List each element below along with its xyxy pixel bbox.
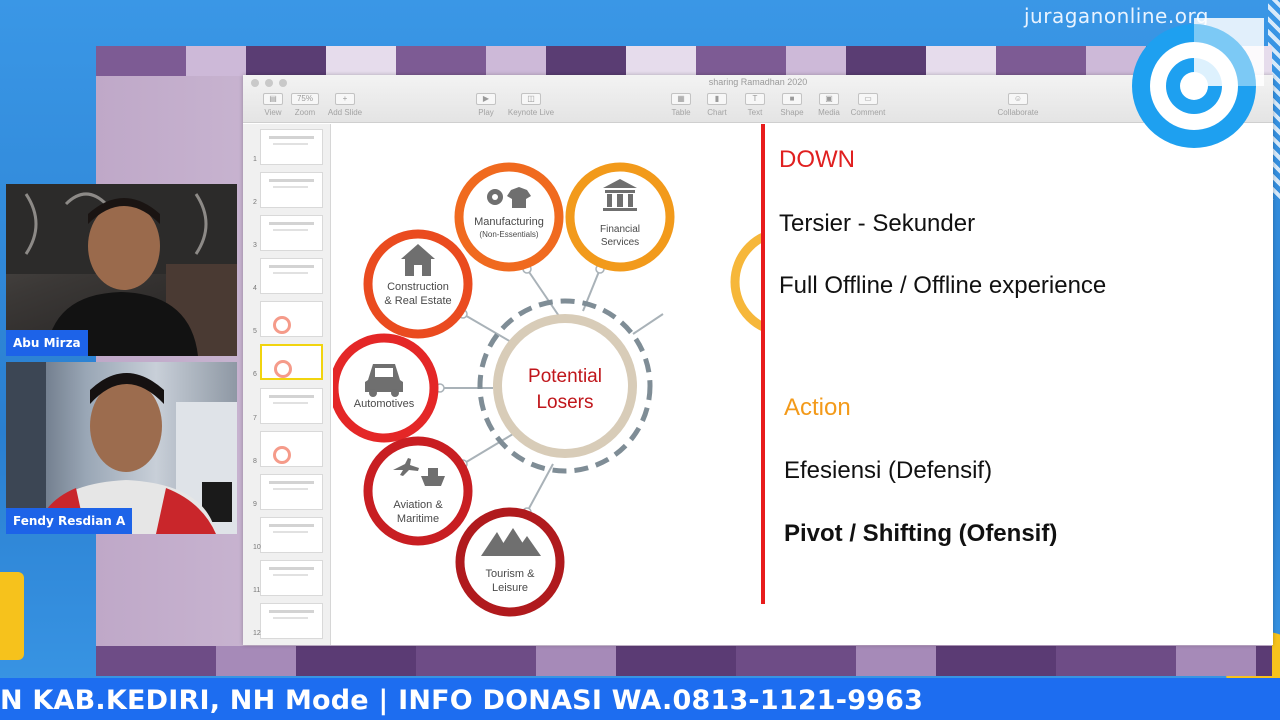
slide-thumbnail-2[interactable]: [260, 172, 323, 208]
potential-losers-diagram: Potential Losers Manufacturing (Non-Esse…: [333, 162, 763, 617]
sector-partial-circle: [730, 232, 763, 332]
broadcast-icon: ◫: [521, 93, 541, 105]
slide-thumbnail-10[interactable]: [260, 517, 323, 553]
svg-text:Tourism &: Tourism &: [486, 568, 536, 580]
svg-text:Construction: Construction: [387, 281, 449, 293]
slide-thumbnail-4[interactable]: [260, 258, 323, 294]
svg-text:Manufacturing: Manufacturing: [474, 216, 544, 228]
backdrop-photo-bottom: [96, 646, 1272, 676]
participant-name-tag: Abu Mirza: [6, 330, 88, 356]
media-icon: ▣: [819, 93, 839, 105]
add-slide-button[interactable]: + Add Slide: [315, 93, 375, 117]
comment-button[interactable]: ▭ Comment: [838, 93, 898, 117]
center-label-line-1: Potential: [528, 366, 602, 387]
svg-text:Automotives: Automotives: [354, 398, 415, 410]
backdrop-photo-top: [96, 46, 1272, 76]
comment-icon: ▭: [858, 93, 878, 105]
down-item-2: Full Offline / Offline experience: [779, 272, 1107, 299]
slide-thumbnail-8[interactable]: [260, 431, 323, 467]
channel-logo: [1132, 18, 1264, 148]
sector-aviation-maritime: Aviation & Maritime: [363, 436, 473, 546]
svg-text:Services: Services: [601, 237, 639, 248]
collaborate-button[interactable]: ☺ Collaborate: [988, 93, 1048, 117]
action-item-1: Efesiensi (Defensif): [784, 457, 993, 484]
sector-construction: Construction & Real Estate: [363, 229, 473, 339]
chart-icon: ▮: [707, 93, 727, 105]
svg-text:Financial: Financial: [600, 224, 640, 235]
svg-text:Aviation &: Aviation &: [393, 499, 443, 511]
plus-icon: +: [335, 93, 355, 105]
slide-thumbnail-11[interactable]: [260, 560, 323, 596]
document-title: sharing Ramadhan 2020: [708, 77, 808, 87]
keynote-toolbar: sharing Ramadhan 2020 ▤ View 75% Zoom + …: [243, 75, 1273, 123]
heading-down: DOWN: [779, 146, 855, 173]
center-label-line-2: Losers: [536, 392, 593, 413]
play-icon: ▶: [476, 93, 496, 105]
keynote-live-button[interactable]: ◫ Keynote Live: [501, 93, 561, 117]
collaborate-icon: ☺: [1008, 93, 1028, 105]
sector-manufacturing: Manufacturing (Non-Essentials): [454, 162, 564, 272]
slide-thumbnail-5[interactable]: [260, 301, 323, 337]
slide-thumbnail-3[interactable]: [260, 215, 323, 251]
slide-navigator[interactable]: 1 2 3 4 5 6 7 8 9 10 11 12: [243, 124, 331, 645]
keynote-window: sharing Ramadhan 2020 ▤ View 75% Zoom + …: [243, 75, 1273, 645]
slide-thumbnail-12[interactable]: [260, 603, 323, 639]
sector-tourism-leisure: Tourism & Leisure: [455, 507, 565, 617]
slide-thumbnail-6[interactable]: [260, 344, 323, 380]
participant-name-tag: Fendy Resdian A: [6, 508, 133, 534]
slide-thumbnail-7[interactable]: [260, 388, 323, 424]
webcam-abu-mirza: Abu Mirza: [6, 184, 237, 356]
action-item-2: Pivot / Shifting (Ofensif): [784, 520, 1058, 547]
svg-text:(Non-Essentials): (Non-Essentials): [479, 230, 538, 239]
slide-canvas[interactable]: Potential Losers Manufacturing (Non-Esse…: [333, 124, 1273, 645]
news-ticker: N KAB.KEDIRI, NH Mode | INFO DONASI WA.0…: [0, 678, 1280, 720]
svg-text:& Real Estate: & Real Estate: [384, 295, 451, 307]
ticker-text: N KAB.KEDIRI, NH Mode | INFO DONASI WA.0…: [0, 685, 924, 716]
heading-action: Action: [784, 394, 851, 421]
slide-thumbnail-9[interactable]: [260, 474, 323, 510]
slide-thumbnail-1[interactable]: [260, 129, 323, 165]
decorative-yellow-tab: [0, 572, 24, 660]
down-item-1: Tersier - Sekunder: [779, 210, 976, 237]
sector-automotives: Automotives: [333, 333, 439, 443]
webcam-fendy-resdian: Fendy Resdian A: [6, 362, 237, 534]
divider-line: [761, 124, 765, 604]
svg-text:Leisure: Leisure: [492, 582, 528, 594]
sector-financial-services: Financial Services: [565, 162, 675, 272]
svg-text:Maritime: Maritime: [397, 513, 439, 525]
